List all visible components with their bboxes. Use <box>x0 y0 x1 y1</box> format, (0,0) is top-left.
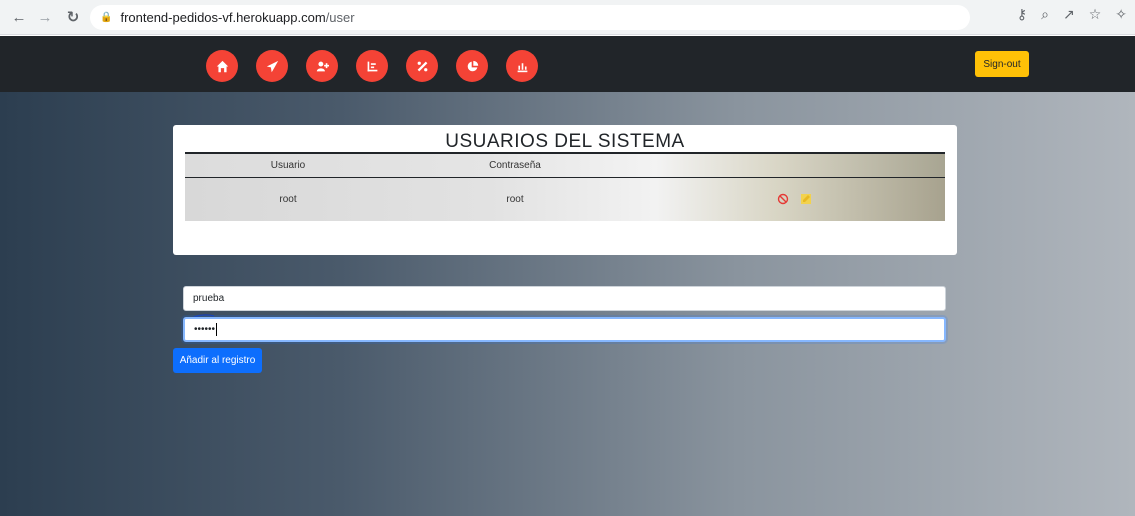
app-navbar: Sign-out <box>0 36 1135 92</box>
user-plus-icon <box>316 61 329 71</box>
username-input-value: prueba <box>193 293 225 304</box>
back-arrow-icon[interactable]: ← <box>8 6 30 28</box>
column-header-usuario: Usuario <box>270 160 306 171</box>
username-input[interactable]: prueba <box>183 286 946 311</box>
list-chart-icon <box>367 61 377 71</box>
users-table: Usuario Contraseña root root <box>185 152 945 221</box>
url-path: /user <box>325 10 355 25</box>
url-host: frontend-pedidos-vf.herokuapp.com <box>120 10 326 25</box>
reload-icon[interactable]: ↻ <box>62 6 84 28</box>
page-title: USUARIOS DEL SISTEMA <box>445 131 685 152</box>
lock-icon: 🔒 <box>100 12 113 23</box>
percent-icon <box>417 61 427 71</box>
nav-send-button[interactable] <box>256 50 288 82</box>
column-header-contrasena: Contraseña <box>489 160 541 171</box>
forward-arrow-icon[interactable]: → <box>34 6 56 28</box>
text-cursor <box>216 323 218 336</box>
table-header: Usuario Contraseña <box>185 152 945 178</box>
sign-out-button[interactable]: Sign-out <box>975 51 1029 77</box>
cell-usuario: root <box>279 194 297 205</box>
browser-toolbar: ← → ↻ 🔒 frontend-pedidos-vf.herokuapp.co… <box>0 0 1135 35</box>
share-icon[interactable]: ↗ <box>1063 6 1075 23</box>
bar-chart-icon <box>517 62 527 72</box>
add-to-registry-button[interactable]: Añadir al registro <box>173 348 262 373</box>
cell-contrasena: root <box>506 194 524 205</box>
table-row: root root <box>185 178 945 221</box>
delete-icon[interactable] <box>777 193 789 205</box>
bookmark-star-icon[interactable]: ☆ <box>1089 6 1102 23</box>
password-input[interactable]: •••••• <box>183 317 946 342</box>
zoom-icon[interactable]: ⌕ <box>1041 6 1049 23</box>
nav-bar-chart-button[interactable] <box>506 50 538 82</box>
nav-list-chart-button[interactable] <box>356 50 388 82</box>
paper-plane-icon <box>266 60 278 72</box>
main-content: USUARIOS DEL SISTEMA Usuario Contraseña … <box>0 92 1135 516</box>
nav-add-user-button[interactable] <box>306 50 338 82</box>
pie-chart-icon <box>467 60 478 71</box>
extensions-icon[interactable]: ✧ <box>1115 6 1127 23</box>
users-card: USUARIOS DEL SISTEMA Usuario Contraseña … <box>173 125 957 255</box>
edit-icon[interactable] <box>799 192 813 206</box>
home-icon <box>216 60 228 72</box>
nav-pie-chart-button[interactable] <box>456 50 488 82</box>
nav-home-button[interactable] <box>206 50 238 82</box>
password-input-value: •••••• <box>194 324 216 335</box>
address-bar[interactable]: 🔒 frontend-pedidos-vf.herokuapp.com/user <box>90 5 970 30</box>
key-icon[interactable]: ⚷ <box>1017 6 1027 23</box>
nav-percent-button[interactable] <box>406 50 438 82</box>
